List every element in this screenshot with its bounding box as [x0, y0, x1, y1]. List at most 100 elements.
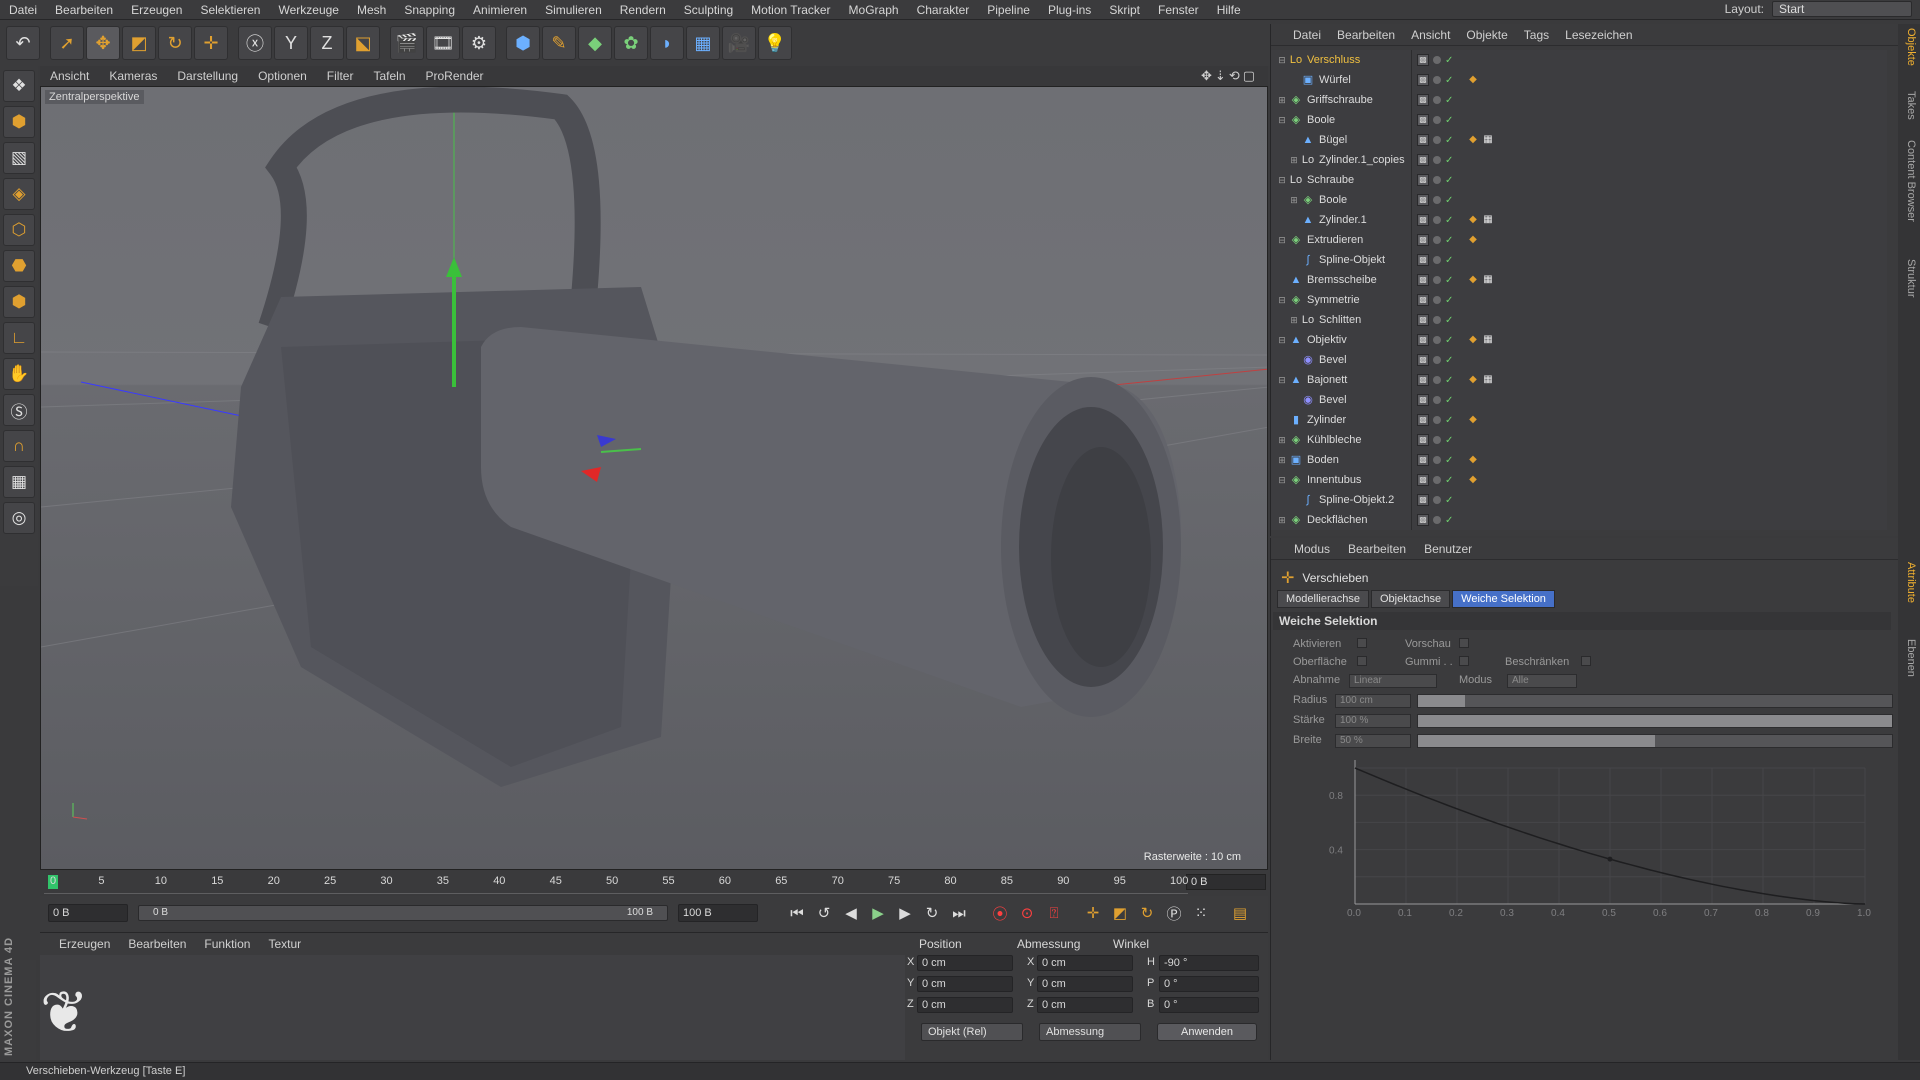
staerke-slider[interactable] [1417, 714, 1893, 728]
viewport-nav-icons[interactable]: ✥⇣⟲▢ [1201, 68, 1258, 84]
visibility-dot-icon[interactable] [1433, 356, 1441, 364]
visibility-dot-icon[interactable] [1433, 116, 1441, 124]
object-name[interactable]: Bevel [1319, 394, 1347, 406]
layer-icon[interactable]: ▩ [1417, 314, 1429, 326]
menu-erzeugen[interactable]: Erzeugen [122, 0, 191, 20]
abnahme-dropdown[interactable]: Linear [1349, 674, 1437, 688]
falloff-graph[interactable]: 0.0 0.1 0.2 0.3 0.4 0.5 0.6 0.7 0.8 0.9 1.0 0.8 0.4 [1325, 754, 1891, 920]
object-row-boole[interactable]: ⊟ ◈ Boole ▩ ✓ [1271, 110, 1887, 130]
menu-mesh[interactable]: Mesh [348, 0, 395, 20]
radius-field[interactable]: 100 cm [1335, 694, 1411, 708]
visibility-dot-icon[interactable] [1433, 376, 1441, 384]
visibility-dot-icon[interactable] [1433, 476, 1441, 484]
enabled-check-icon[interactable]: ✓ [1445, 315, 1455, 326]
radius-slider[interactable] [1417, 694, 1893, 708]
object-row-spline-objekt[interactable]: ∫ Spline-Objekt ▩ ✓ [1271, 250, 1887, 270]
material-tag-icon[interactable]: ◆ [1467, 414, 1479, 426]
render-picture-viewer-icon[interactable]: 🎞 [426, 26, 460, 60]
position-y-field[interactable]: 0 cm [917, 976, 1013, 992]
enabled-check-icon[interactable]: ✓ [1445, 515, 1455, 526]
apply-button[interactable]: Anwenden [1157, 1023, 1257, 1041]
menu-werkzeuge[interactable]: Werkzeuge [269, 0, 347, 20]
visibility-dot-icon[interactable] [1433, 436, 1441, 444]
viewport-menu-optionen[interactable]: Optionen [248, 69, 317, 83]
y-axis-icon[interactable]: Y [274, 26, 308, 60]
layer-icon[interactable]: ▩ [1417, 514, 1429, 526]
enabled-check-icon[interactable]: ✓ [1445, 295, 1455, 306]
side-tab-objekte[interactable]: Objekte [1905, 28, 1917, 66]
oberflaeche-checkbox[interactable] [1357, 656, 1367, 666]
enabled-check-icon[interactable]: ✓ [1445, 495, 1455, 506]
layer-icon[interactable]: ▩ [1417, 154, 1429, 166]
layer-icon[interactable]: ▩ [1417, 114, 1429, 126]
expand-toggle-icon[interactable]: ⊞ [1287, 315, 1301, 326]
object-name[interactable]: Extrudieren [1307, 234, 1363, 246]
x-axis-icon[interactable]: ⓧ [238, 26, 272, 60]
object-row-zylinder-1-copies[interactable]: ⊞ Lo Zylinder.1_copies ▩ ✓ [1271, 150, 1887, 170]
visibility-dot-icon[interactable] [1433, 456, 1441, 464]
staerke-field[interactable]: 100 % [1335, 714, 1411, 728]
go-to-start-icon[interactable]: ⏮ [785, 901, 809, 925]
model-mode-icon[interactable]: ⬢ [3, 106, 35, 138]
visibility-dot-icon[interactable] [1433, 316, 1441, 324]
attribute-menu-benutzer[interactable]: Benutzer [1415, 542, 1481, 556]
layer-icon[interactable]: ▩ [1417, 374, 1429, 386]
layer-icon[interactable]: ▩ [1417, 54, 1429, 66]
size-z-field[interactable]: 0 cm [1037, 997, 1133, 1013]
enabled-check-icon[interactable]: ✓ [1445, 175, 1455, 186]
layer-icon[interactable]: ▩ [1417, 194, 1429, 206]
edit-render-settings-icon[interactable]: ⚙ [462, 26, 496, 60]
object-menu-tags[interactable]: Tags [1516, 28, 1557, 42]
aktivieren-checkbox[interactable] [1357, 638, 1367, 648]
menu-fenster[interactable]: Fenster [1149, 0, 1208, 20]
side-tab-ebenen[interactable]: Ebenen [1905, 639, 1917, 677]
expand-toggle-icon[interactable]: ⊞ [1275, 95, 1289, 106]
enabled-check-icon[interactable]: ✓ [1445, 215, 1455, 226]
visibility-dot-icon[interactable] [1433, 296, 1441, 304]
object-menu-bearbeiten[interactable]: Bearbeiten [1329, 28, 1403, 42]
visibility-dot-icon[interactable] [1433, 336, 1441, 344]
layer-icon[interactable]: ▩ [1417, 274, 1429, 286]
side-tab-takes[interactable]: Takes [1905, 91, 1917, 120]
object-name[interactable]: Spline-Objekt [1319, 254, 1385, 266]
previous-key-icon[interactable]: ↺ [812, 901, 836, 925]
layer-icon[interactable]: ▩ [1417, 174, 1429, 186]
object-name[interactable]: Boden [1307, 454, 1339, 466]
enabled-check-icon[interactable]: ✓ [1445, 135, 1455, 146]
cloner-icon[interactable]: ✿ [614, 26, 648, 60]
layer-icon[interactable]: ▩ [1417, 394, 1429, 406]
add-tool-icon[interactable]: ✛ [194, 26, 228, 60]
layer-icon[interactable]: ▩ [1417, 234, 1429, 246]
axis-mode-icon[interactable]: ∟ [3, 322, 35, 354]
menu-motion-tracker[interactable]: Motion Tracker [742, 0, 839, 20]
object-row-schraube[interactable]: ⊟ Lo Schraube ▩ ✓ [1271, 170, 1887, 190]
menu-snapping[interactable]: Snapping [395, 0, 464, 20]
visibility-dot-icon[interactable] [1433, 496, 1441, 504]
menu-simulieren[interactable]: Simulieren [536, 0, 611, 20]
expand-toggle-icon[interactable]: ⊟ [1275, 115, 1289, 126]
material-tag-icon[interactable]: ◆ [1467, 374, 1479, 386]
enabled-check-icon[interactable]: ✓ [1445, 415, 1455, 426]
enabled-check-icon[interactable]: ✓ [1445, 235, 1455, 246]
object-list[interactable]: ⊟ Lo Verschluss ▩ ✓ ▣ Würfel ▩ ✓ ◆ ⊞ ◈ Griffschraube… [1271, 50, 1887, 530]
tweak-mode-icon[interactable]: ✋ [3, 358, 35, 390]
render-view-icon[interactable]: 🎬 [390, 26, 424, 60]
object-name[interactable]: Verschluss [1307, 54, 1360, 66]
solo-icon[interactable]: ◎ [3, 502, 35, 534]
tab-objektachse[interactable]: Objektachse [1370, 590, 1451, 608]
object-row-schlitten[interactable]: ⊞ Lo Schlitten ▩ ✓ [1271, 310, 1887, 330]
object-row-bremsscheibe[interactable]: ▲ Bremsscheibe ▩ ✓ ◆ ▦ [1271, 270, 1887, 290]
expand-toggle-icon[interactable]: ⊟ [1275, 295, 1289, 306]
material-area[interactable] [40, 955, 910, 1060]
modus-dropdown[interactable]: Alle [1507, 674, 1577, 688]
enabled-check-icon[interactable]: ✓ [1445, 375, 1455, 386]
expand-toggle-icon[interactable]: ⊟ [1275, 175, 1289, 186]
object-row-zylinder-1[interactable]: ▲ Zylinder.1 ▩ ✓ ◆ ▦ [1271, 210, 1887, 230]
enabled-check-icon[interactable]: ✓ [1445, 195, 1455, 206]
timeline-window-icon[interactable]: ▤ [1228, 901, 1252, 925]
layer-icon[interactable]: ▩ [1417, 74, 1429, 86]
object-row-boden[interactable]: ⊞ ▣ Boden ▩ ✓ ◆ [1271, 450, 1887, 470]
visibility-dot-icon[interactable] [1433, 76, 1441, 84]
material-tag-icon[interactable]: ◆ [1467, 234, 1479, 246]
object-name[interactable]: Zylinder.1_copies [1319, 154, 1405, 166]
